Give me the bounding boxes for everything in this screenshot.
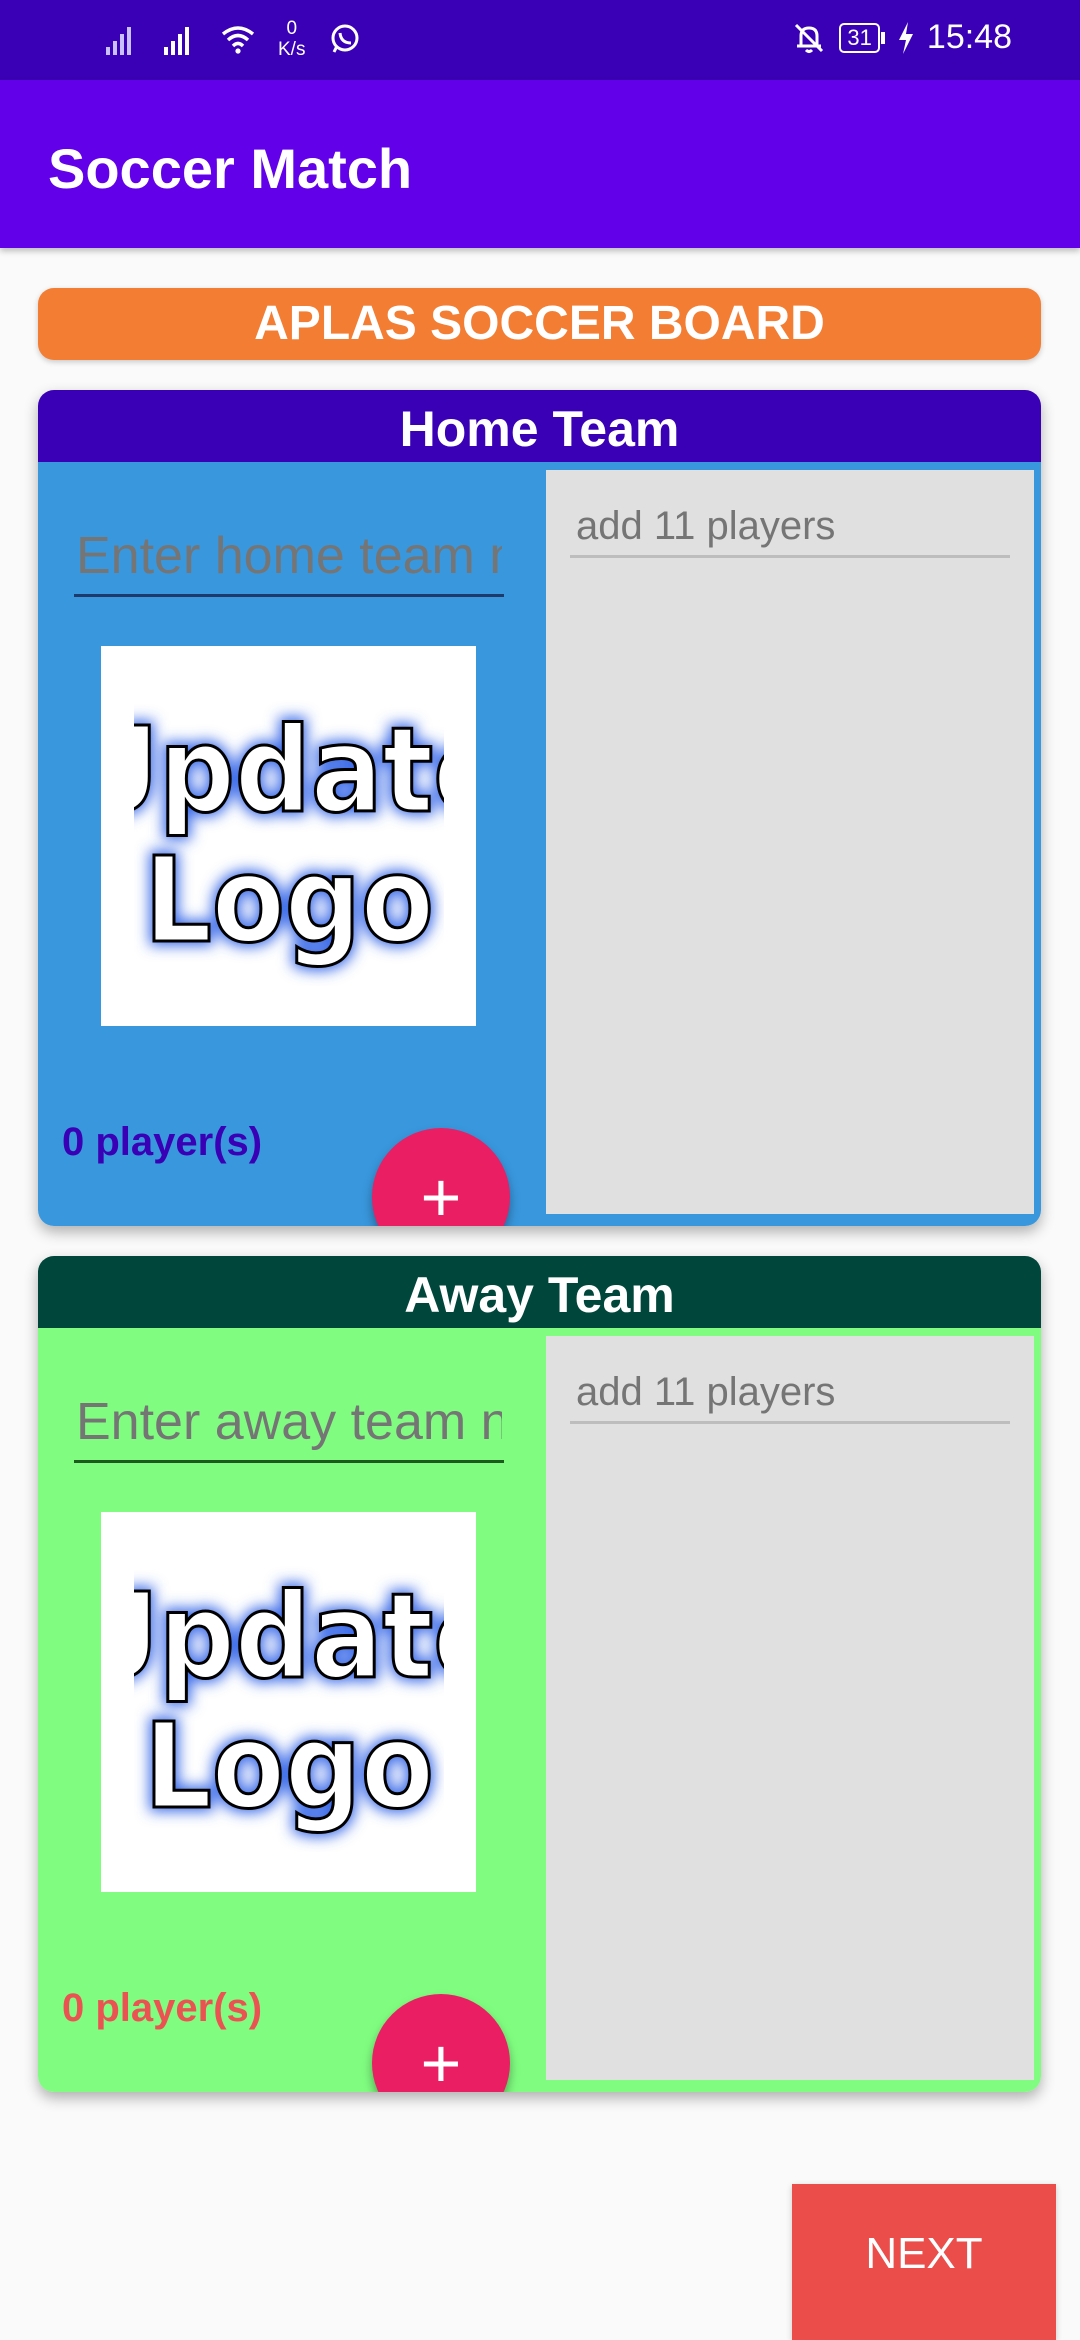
home-player-count: 0 player(s) <box>62 1120 263 1164</box>
bell-off-icon <box>795 23 824 53</box>
home-team-header: Home Team <box>38 390 1041 462</box>
away-team-logo-image: Update Update Logo Logo <box>134 1563 444 1840</box>
net-speed-value: 0 <box>286 18 298 39</box>
away-players-input[interactable] <box>570 1364 1010 1424</box>
home-team-logo-button[interactable]: Update Update Logo Logo <box>101 646 476 1026</box>
home-team-card: Home Team Update Update Logo Logo + 0 <box>38 390 1041 1226</box>
logo-text-line2: Logo <box>144 831 434 969</box>
battery-level: 31 <box>839 22 880 53</box>
plus-icon: + <box>420 1158 462 1226</box>
away-add-player-button[interactable]: + <box>372 1994 510 2092</box>
home-team-body: Update Update Logo Logo + 0 player(s) <box>38 462 1041 1226</box>
battery-icon: 31 <box>839 22 885 53</box>
wifi-icon <box>221 26 255 54</box>
logo-text-line1: Update <box>134 1567 444 1705</box>
status-bar: 0 K/s 31 15:48 <box>0 0 1080 80</box>
charging-icon <box>898 21 913 54</box>
plus-icon: + <box>420 2024 462 2092</box>
away-team-body: Update Update Logo Logo + 0 player(s) <box>38 1328 1041 2092</box>
home-players-panel <box>546 470 1034 1214</box>
net-speed-unit: K/s <box>278 39 306 60</box>
signal-icon <box>106 27 131 55</box>
app-title: Soccer Match <box>48 137 413 200</box>
home-players-input[interactable] <box>570 498 1010 558</box>
home-team-name-input[interactable] <box>74 517 504 597</box>
signal-icon <box>164 27 189 55</box>
whatsapp-icon <box>331 24 359 53</box>
away-team-card: Away Team Update Update Logo Logo + 0 <box>38 1256 1041 2092</box>
logo-text-line1: Update <box>134 701 444 839</box>
away-team-name-input[interactable] <box>74 1383 504 1463</box>
home-add-player-button[interactable]: + <box>372 1128 510 1226</box>
app-bar: Soccer Match <box>0 80 1080 248</box>
status-right-icons: 31 15:48 <box>791 18 1012 57</box>
home-team-logo-image: Update Update Logo Logo <box>134 697 444 974</box>
away-players-panel <box>546 1336 1034 2080</box>
clock: 15:48 <box>926 18 1012 56</box>
net-speed: 0 K/s <box>278 18 305 60</box>
next-button[interactable]: NEXT <box>792 2184 1056 2340</box>
away-player-count: 0 player(s) <box>62 1986 263 2030</box>
battery-tip <box>880 31 885 44</box>
status-left-icons: 0 K/s <box>104 18 363 60</box>
away-team-header: Away Team <box>38 1256 1041 1328</box>
soccer-board-banner: APLAS SOCCER BOARD <box>38 288 1041 360</box>
logo-text-line2: Logo <box>144 1697 434 1835</box>
away-team-logo-button[interactable]: Update Update Logo Logo <box>101 1512 476 1892</box>
